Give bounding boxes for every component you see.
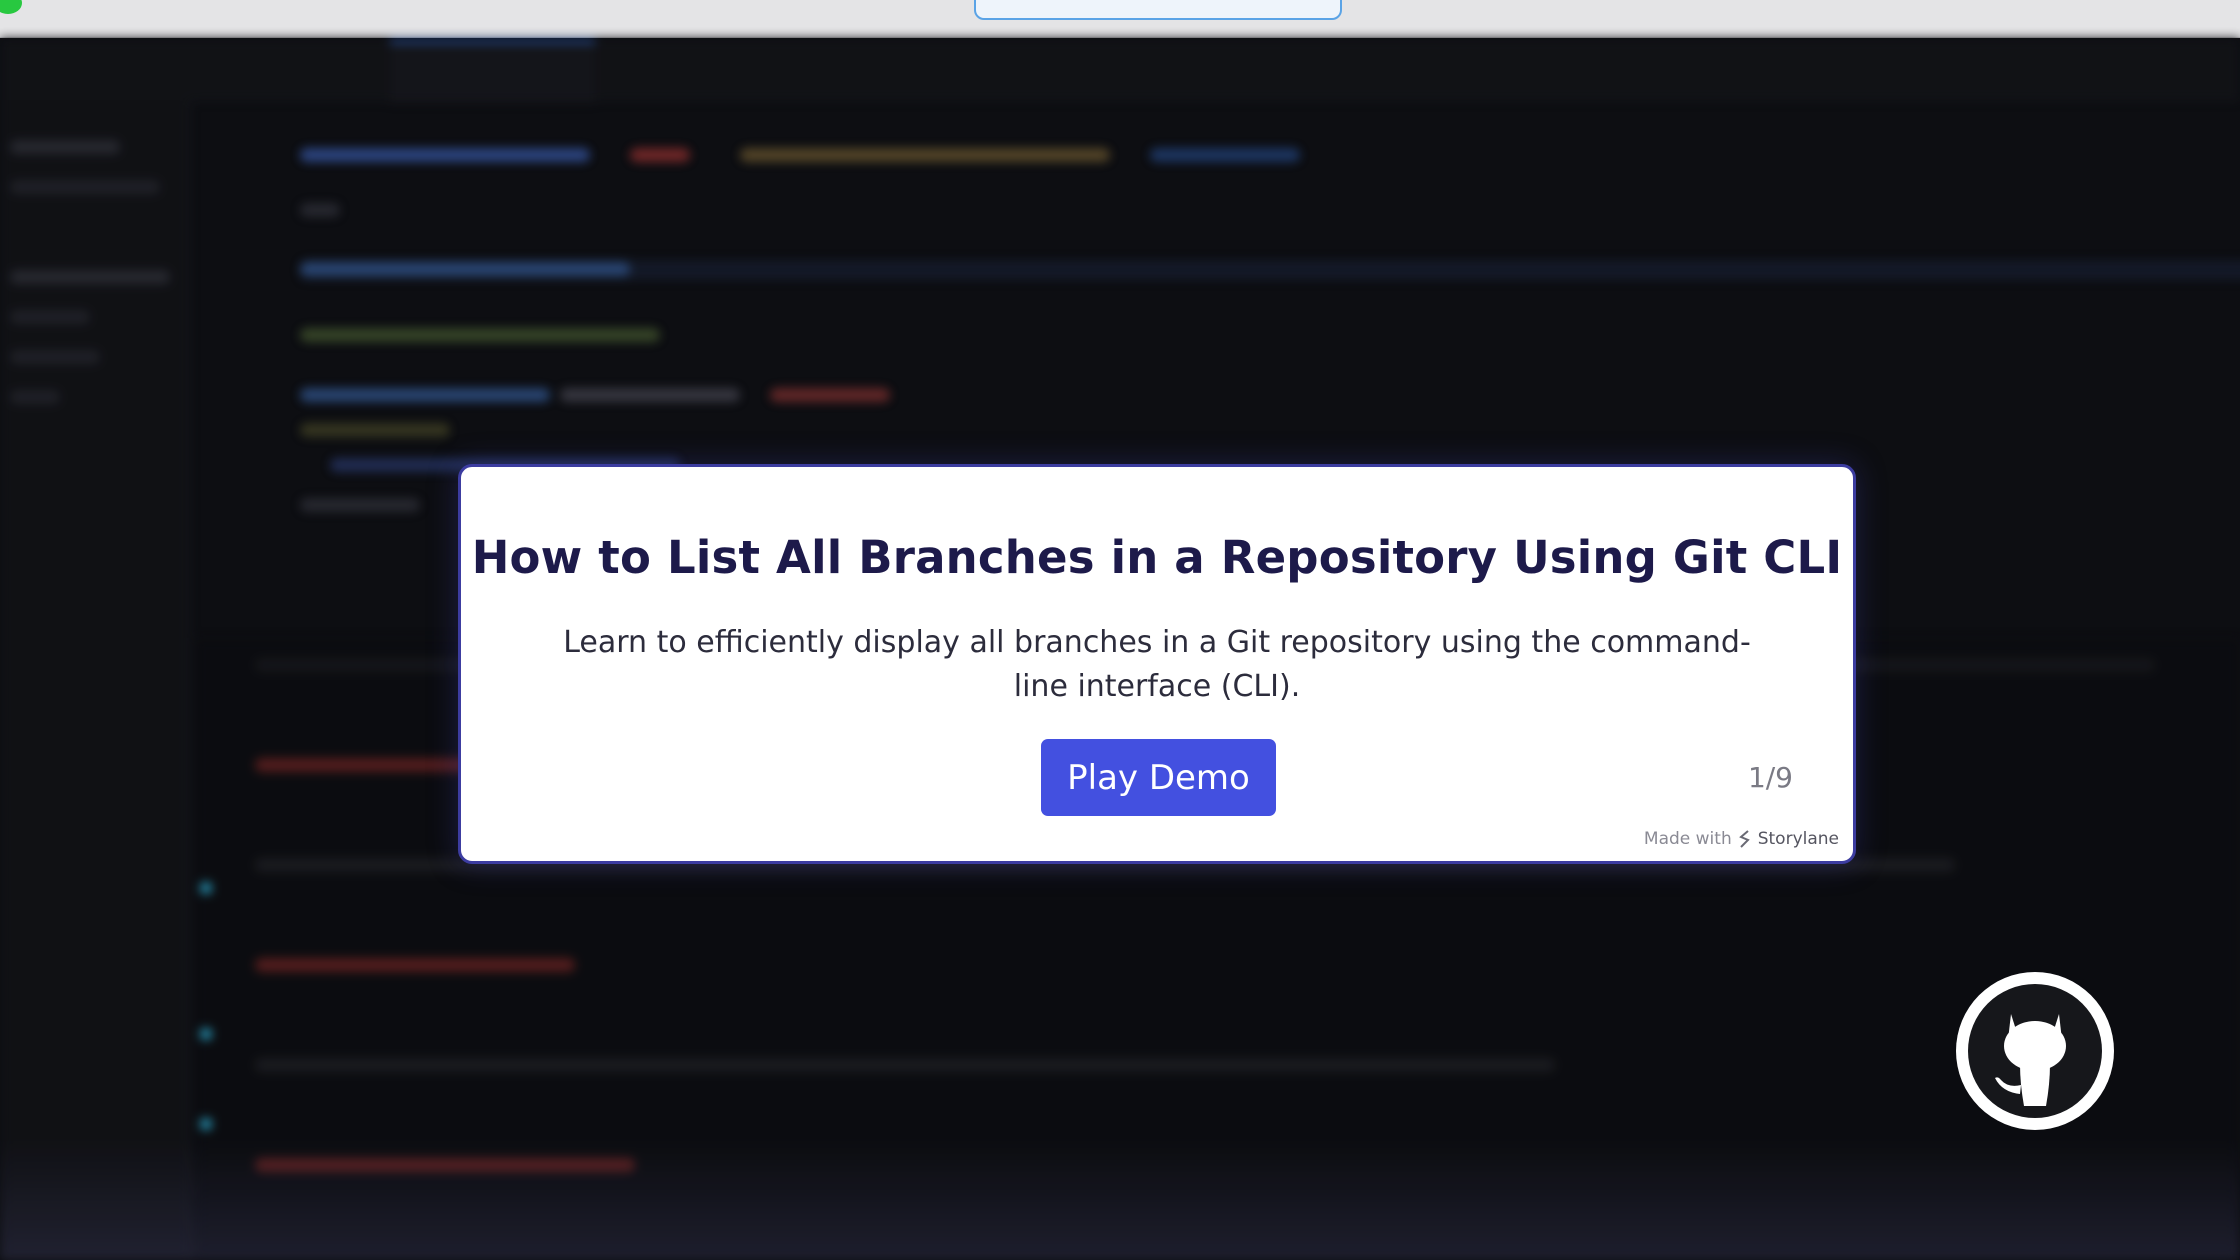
play-demo-button[interactable]: Play Demo [1041, 739, 1276, 816]
made-with-prefix: Made with [1643, 829, 1732, 849]
made-with-brand: Storylane [1757, 829, 1839, 849]
editor-tab-active [390, 40, 595, 103]
editor-tabbar [0, 38, 2240, 103]
address-bar[interactable] [974, 0, 1342, 20]
step-counter: 1/9 [1747, 761, 1793, 794]
github-badge[interactable] [1956, 972, 2114, 1130]
storylane-logo-icon [1738, 830, 1750, 848]
modal-title: How to List All Branches in a Repository… [471, 531, 1843, 584]
file-explorer-sidebar [0, 100, 190, 1260]
modal-description: Learn to efficiently display all branche… [563, 625, 1751, 704]
github-octocat-icon [1995, 1014, 2066, 1106]
window-maximize-button[interactable] [0, 0, 22, 14]
demo-intro-modal: How to List All Branches in a Repository… [458, 464, 1856, 864]
made-with-storylane-link[interactable]: Made with Storylane [1644, 829, 1839, 849]
browser-titlebar [0, 0, 2240, 38]
